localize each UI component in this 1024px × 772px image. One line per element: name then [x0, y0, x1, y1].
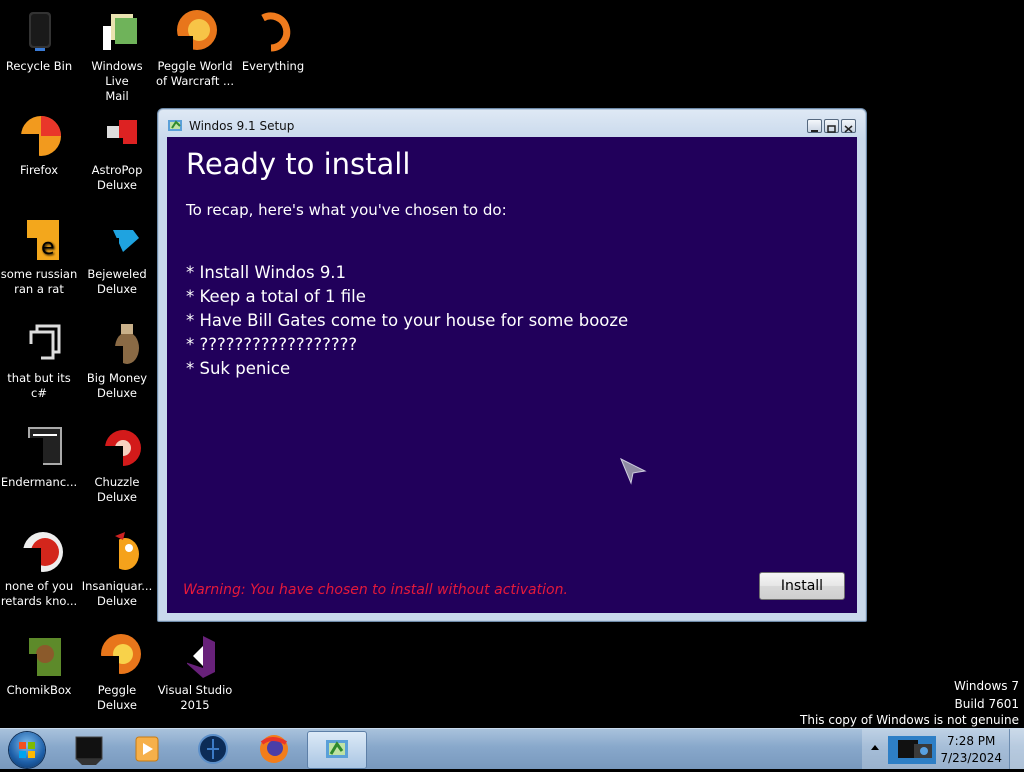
desktop-icon-windows-live-mail[interactable]: Windows Live Mail: [78, 2, 156, 104]
icon-label: Chuzzle Deluxe: [94, 475, 140, 504]
desktop-icon-chuzzle[interactable]: Chuzzle Deluxe: [78, 418, 156, 505]
visual-studio-icon: [171, 632, 219, 680]
icon-label: Bejeweled Deluxe: [87, 267, 147, 296]
icon-label: Recycle Bin: [5, 59, 73, 73]
list-item: * Keep a total of 1 file: [186, 287, 366, 306]
desktop-icon-that-but-c[interactable]: that but its c#: [0, 314, 78, 401]
desktop-icon-big-money[interactable]: Big Money Deluxe: [78, 314, 156, 401]
list-item: * ??????????????????: [186, 335, 358, 354]
watermark-genuine: This copy of Windows is not genuine: [800, 713, 1019, 727]
list-item: * Install Windos 9.1: [186, 263, 347, 282]
watermark-build: Build 7601: [954, 697, 1019, 711]
icon-label: Peggle World of Warcraft ...: [156, 59, 234, 88]
svg-text:e: e: [41, 235, 55, 260]
window-title: Windos 9.1 Setup: [189, 119, 295, 133]
desktop-icon-everything[interactable]: Everything: [234, 2, 312, 74]
desktop-icon-endermanch[interactable]: Endermanc...: [0, 418, 78, 490]
desktop-icon-firefox[interactable]: Firefox: [0, 106, 78, 178]
icon-label: Visual Studio 2015: [157, 683, 233, 712]
peggle-icon: [15, 528, 63, 576]
taskbar-app-globe[interactable]: [185, 731, 241, 767]
setup-app-icon: [168, 117, 184, 131]
install-button[interactable]: Install: [759, 572, 845, 600]
icon-label: Insaniquar... Deluxe: [81, 579, 153, 608]
desktop-icon-chomikbox[interactable]: ChomikBox: [0, 626, 78, 698]
icon-label: Firefox: [19, 163, 59, 177]
mouse-cursor-icon: [620, 457, 647, 485]
desktop-icon-peggle-wow[interactable]: Peggle World of Warcraft ...: [156, 2, 234, 89]
activation-warning: Warning: You have chosen to install with…: [183, 582, 568, 598]
file-icon: e: [15, 216, 63, 264]
window-app-icon: [15, 424, 63, 472]
window-controls: [807, 119, 856, 133]
astropop-icon: [93, 112, 141, 160]
minimize-button[interactable]: [807, 119, 822, 133]
clock-date: 7/23/2024: [940, 751, 1002, 765]
windows-logo-icon: [9, 732, 45, 768]
network-tray-icon[interactable]: [884, 732, 940, 766]
taskbar-app-cmd[interactable]: [60, 731, 116, 767]
taskbar-app-setup[interactable]: [307, 731, 367, 769]
chomikbox-icon: [15, 632, 63, 680]
desktop-icon-none-of-you[interactable]: none of you retards kno...: [0, 522, 78, 609]
icon-label: Big Money Deluxe: [86, 371, 148, 400]
copy-files-icon: [15, 320, 63, 368]
desktop-icon-bejeweled[interactable]: Bejeweled Deluxe: [78, 210, 156, 297]
window-titlebar[interactable]: Windos 9.1 Setup: [158, 109, 866, 137]
chosen-items-list: * Install Windos 9.1 * Keep a total of 1…: [186, 261, 628, 381]
taskbar-app-firefox[interactable]: [246, 731, 302, 767]
window-content: Ready to install To recap, here's what y…: [167, 137, 857, 613]
maximize-icon: [827, 125, 836, 133]
show-desktop-button[interactable]: [1009, 729, 1024, 769]
windows-live-mail-icon: [93, 8, 141, 56]
peggle-wow-icon: [171, 8, 219, 56]
big-money-icon: [93, 320, 141, 368]
list-item: * Have Bill Gates come to your house for…: [186, 311, 629, 330]
list-item: * Suk penice: [186, 359, 291, 378]
firefox-icon: [260, 735, 288, 763]
desktop-icon-recycle-bin[interactable]: Recycle Bin: [0, 2, 78, 74]
peggle-deluxe-icon: [93, 632, 141, 680]
taskbar: 7:28 PM 7/23/2024: [0, 728, 1024, 769]
close-icon: [844, 125, 853, 133]
recycle-bin-icon: [15, 8, 63, 56]
bejeweled-icon: [93, 216, 141, 264]
icon-label: AstroPop Deluxe: [91, 163, 143, 192]
icon-label: ChomikBox: [6, 683, 72, 697]
watermark-version: Windows 7: [953, 679, 1019, 693]
everything-search-icon: [249, 8, 297, 56]
desktop-icon-visual-studio[interactable]: Visual Studio 2015: [156, 626, 234, 713]
clock-time: 7:28 PM: [947, 734, 996, 748]
insaniquarium-icon: [93, 528, 141, 576]
icon-label: Everything: [241, 59, 305, 73]
show-hidden-icons-icon[interactable]: [870, 743, 880, 753]
bluetooth-globe-icon: [198, 734, 228, 764]
icon-label: that but its c#: [7, 371, 71, 400]
maximize-button[interactable]: [824, 119, 839, 133]
page-title: Ready to install: [186, 147, 411, 181]
desktop-icon-some-russian[interactable]: e some russian ran a rat: [0, 210, 78, 297]
start-button[interactable]: [4, 729, 50, 769]
system-tray: 7:28 PM 7/23/2024: [862, 729, 1024, 769]
minimize-icon: [811, 130, 818, 132]
close-button[interactable]: [841, 119, 856, 133]
icon-label: some russian ran a rat: [0, 267, 78, 296]
recap-text: To recap, here's what you've chosen to d…: [186, 201, 507, 219]
icon-label: Peggle Deluxe: [97, 683, 137, 712]
icon-label: none of you retards kno...: [0, 579, 78, 608]
desktop-icon-insaniquarium[interactable]: Insaniquar... Deluxe: [78, 522, 156, 609]
desktop-icon-peggle-deluxe[interactable]: Peggle Deluxe: [78, 626, 156, 713]
chuzzle-icon: [93, 424, 141, 472]
icon-label: Windows Live Mail: [91, 59, 143, 103]
media-player-icon: [135, 736, 159, 762]
cmd-icon: [75, 736, 103, 765]
setup-app-icon: [326, 740, 348, 758]
icon-label: Endermanc...: [0, 475, 78, 489]
desktop-icon-astropop[interactable]: AstroPop Deluxe: [78, 106, 156, 193]
setup-window[interactable]: Windos 9.1 Setup Ready to install To rec…: [157, 108, 867, 622]
taskbar-clock[interactable]: 7:28 PM 7/23/2024: [940, 733, 1002, 767]
firefox-icon: [15, 112, 63, 160]
taskbar-app-media-player[interactable]: [120, 731, 176, 767]
